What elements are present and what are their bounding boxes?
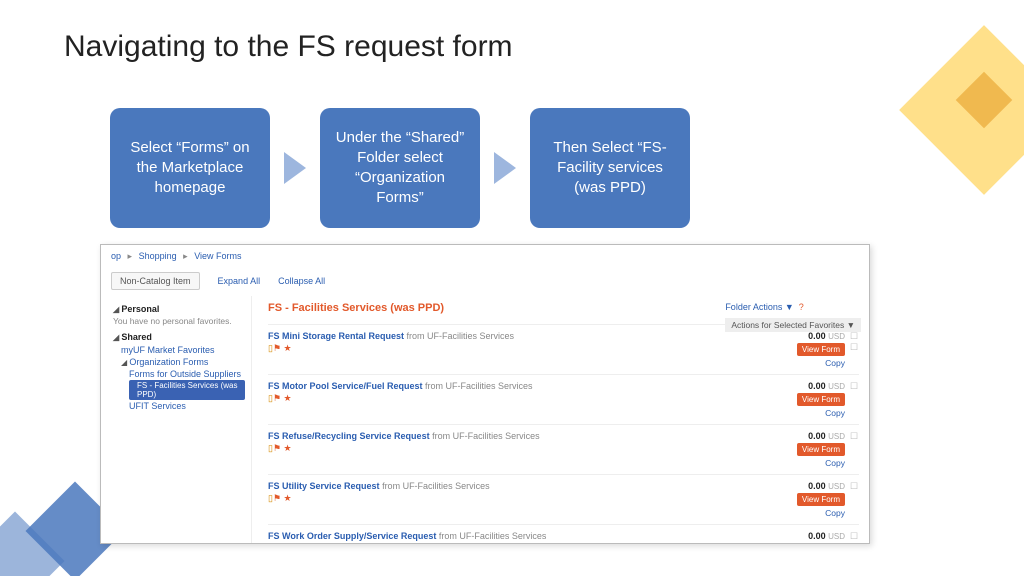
slide-title: Navigating to the FS request form: [64, 30, 513, 64]
form-icons: ▯⚑ ★: [268, 493, 759, 504]
sidebar-item-favorites[interactable]: myUF Market Favorites: [113, 344, 245, 356]
form-icons: ▯⚑ ★: [268, 393, 759, 404]
form-row: FS Utility Service Request from UF-Facil…: [268, 474, 859, 524]
form-title-link[interactable]: FS Work Order Supply/Service Request: [268, 531, 436, 541]
form-from-text: from UF-Facilities Services: [407, 331, 515, 341]
row-checkbox[interactable]: [849, 431, 859, 442]
row-checkbox[interactable]: [849, 531, 859, 542]
collapse-all-link[interactable]: Collapse All: [278, 276, 325, 286]
form-row: FS Motor Pool Service/Fuel Request from …: [268, 374, 859, 424]
folder-actions-link[interactable]: Folder Actions ▼: [725, 302, 793, 312]
view-form-button[interactable]: View Form: [797, 443, 845, 456]
form-price: 0.00 USD: [767, 481, 845, 491]
sidebar-item-outside[interactable]: Forms for Outside Suppliers: [113, 368, 245, 380]
row-checkbox[interactable]: [849, 481, 859, 492]
sidebar-item-fs-selected[interactable]: FS - Facilities Services (was PPD): [129, 380, 245, 400]
sidebar-item-ufit[interactable]: UFIT Services: [113, 400, 245, 412]
form-from-text: from UF-Facilities Services: [439, 531, 547, 541]
favorites-actions-dropdown[interactable]: Actions for Selected Favorites ▼: [725, 318, 861, 332]
breadcrumb: op ▸ Shopping ▸ View Forms: [101, 245, 869, 268]
form-from-text: from UF-Facilities Services: [382, 481, 490, 491]
view-form-button[interactable]: View Form: [797, 343, 845, 356]
breadcrumb-sep: ▸: [128, 251, 133, 261]
sidebar-personal-note: You have no personal favorites.: [113, 316, 245, 326]
breadcrumb-sep: ▸: [183, 251, 188, 261]
sidebar-shared-header[interactable]: Shared: [113, 332, 245, 342]
expand-all-link[interactable]: Expand All: [218, 276, 261, 286]
form-from-text: from UF-Facilities Services: [425, 381, 533, 391]
copy-link[interactable]: Copy: [767, 508, 845, 518]
sidebar-personal-header[interactable]: Personal: [113, 304, 245, 314]
steps-row: Select “Forms” on the Marketplace homepa…: [110, 108, 690, 228]
row-checkbox[interactable]: [849, 381, 859, 392]
main-panel: FS - Facilities Services (was PPD) Folde…: [251, 296, 869, 544]
decor-top-right-square: [899, 25, 1024, 195]
form-price: 0.00 USD: [767, 331, 845, 341]
step-3: Then Select “FS- Facility services (was …: [530, 108, 690, 228]
select-all-checkbox[interactable]: [849, 342, 859, 353]
form-from-text: from UF-Facilities Services: [432, 431, 540, 441]
form-row: FS Work Order Supply/Service Request fro…: [268, 524, 859, 544]
breadcrumb-root[interactable]: op: [111, 251, 121, 261]
form-price: 0.00 USD: [767, 531, 845, 541]
view-form-button[interactable]: View Form: [797, 543, 845, 544]
step-1: Select “Forms” on the Marketplace homepa…: [110, 108, 270, 228]
form-title-link[interactable]: FS Mini Storage Rental Request: [268, 331, 404, 341]
arrow-icon: [494, 152, 516, 184]
row-checkbox[interactable]: [849, 331, 859, 342]
form-icons: ▯⚑ ★: [268, 443, 759, 454]
sidebar: Personal You have no personal favorites.…: [101, 296, 251, 544]
toolbar: Non-Catalog Item Expand All Collapse All: [101, 268, 869, 296]
non-catalog-button[interactable]: Non-Catalog Item: [111, 272, 200, 290]
screenshot-panel: op ▸ Shopping ▸ View Forms Non-Catalog I…: [100, 244, 870, 544]
breadcrumb-shopping[interactable]: Shopping: [139, 251, 177, 261]
form-title-link[interactable]: FS Utility Service Request: [268, 481, 380, 491]
form-title-link[interactable]: FS Motor Pool Service/Fuel Request: [268, 381, 423, 391]
sidebar-item-org-forms[interactable]: Organization Forms: [113, 356, 245, 368]
form-price: 0.00 USD: [767, 431, 845, 441]
form-price: 0.00 USD: [767, 381, 845, 391]
form-icons: ▯⚑ ★: [268, 543, 759, 544]
view-form-button[interactable]: View Form: [797, 393, 845, 406]
step-2: Under the “Shared” Folder select “Organi…: [320, 108, 480, 228]
view-form-button[interactable]: View Form: [797, 493, 845, 506]
form-row: FS Refuse/Recycling Service Request from…: [268, 424, 859, 474]
copy-link[interactable]: Copy: [767, 358, 845, 368]
copy-link[interactable]: Copy: [767, 408, 845, 418]
form-icons: ▯⚑ ★: [268, 343, 759, 354]
help-icon[interactable]: ?: [799, 302, 804, 312]
copy-link[interactable]: Copy: [767, 458, 845, 468]
form-title-link[interactable]: FS Refuse/Recycling Service Request: [268, 431, 430, 441]
arrow-icon: [284, 152, 306, 184]
breadcrumb-view-forms[interactable]: View Forms: [194, 251, 241, 261]
